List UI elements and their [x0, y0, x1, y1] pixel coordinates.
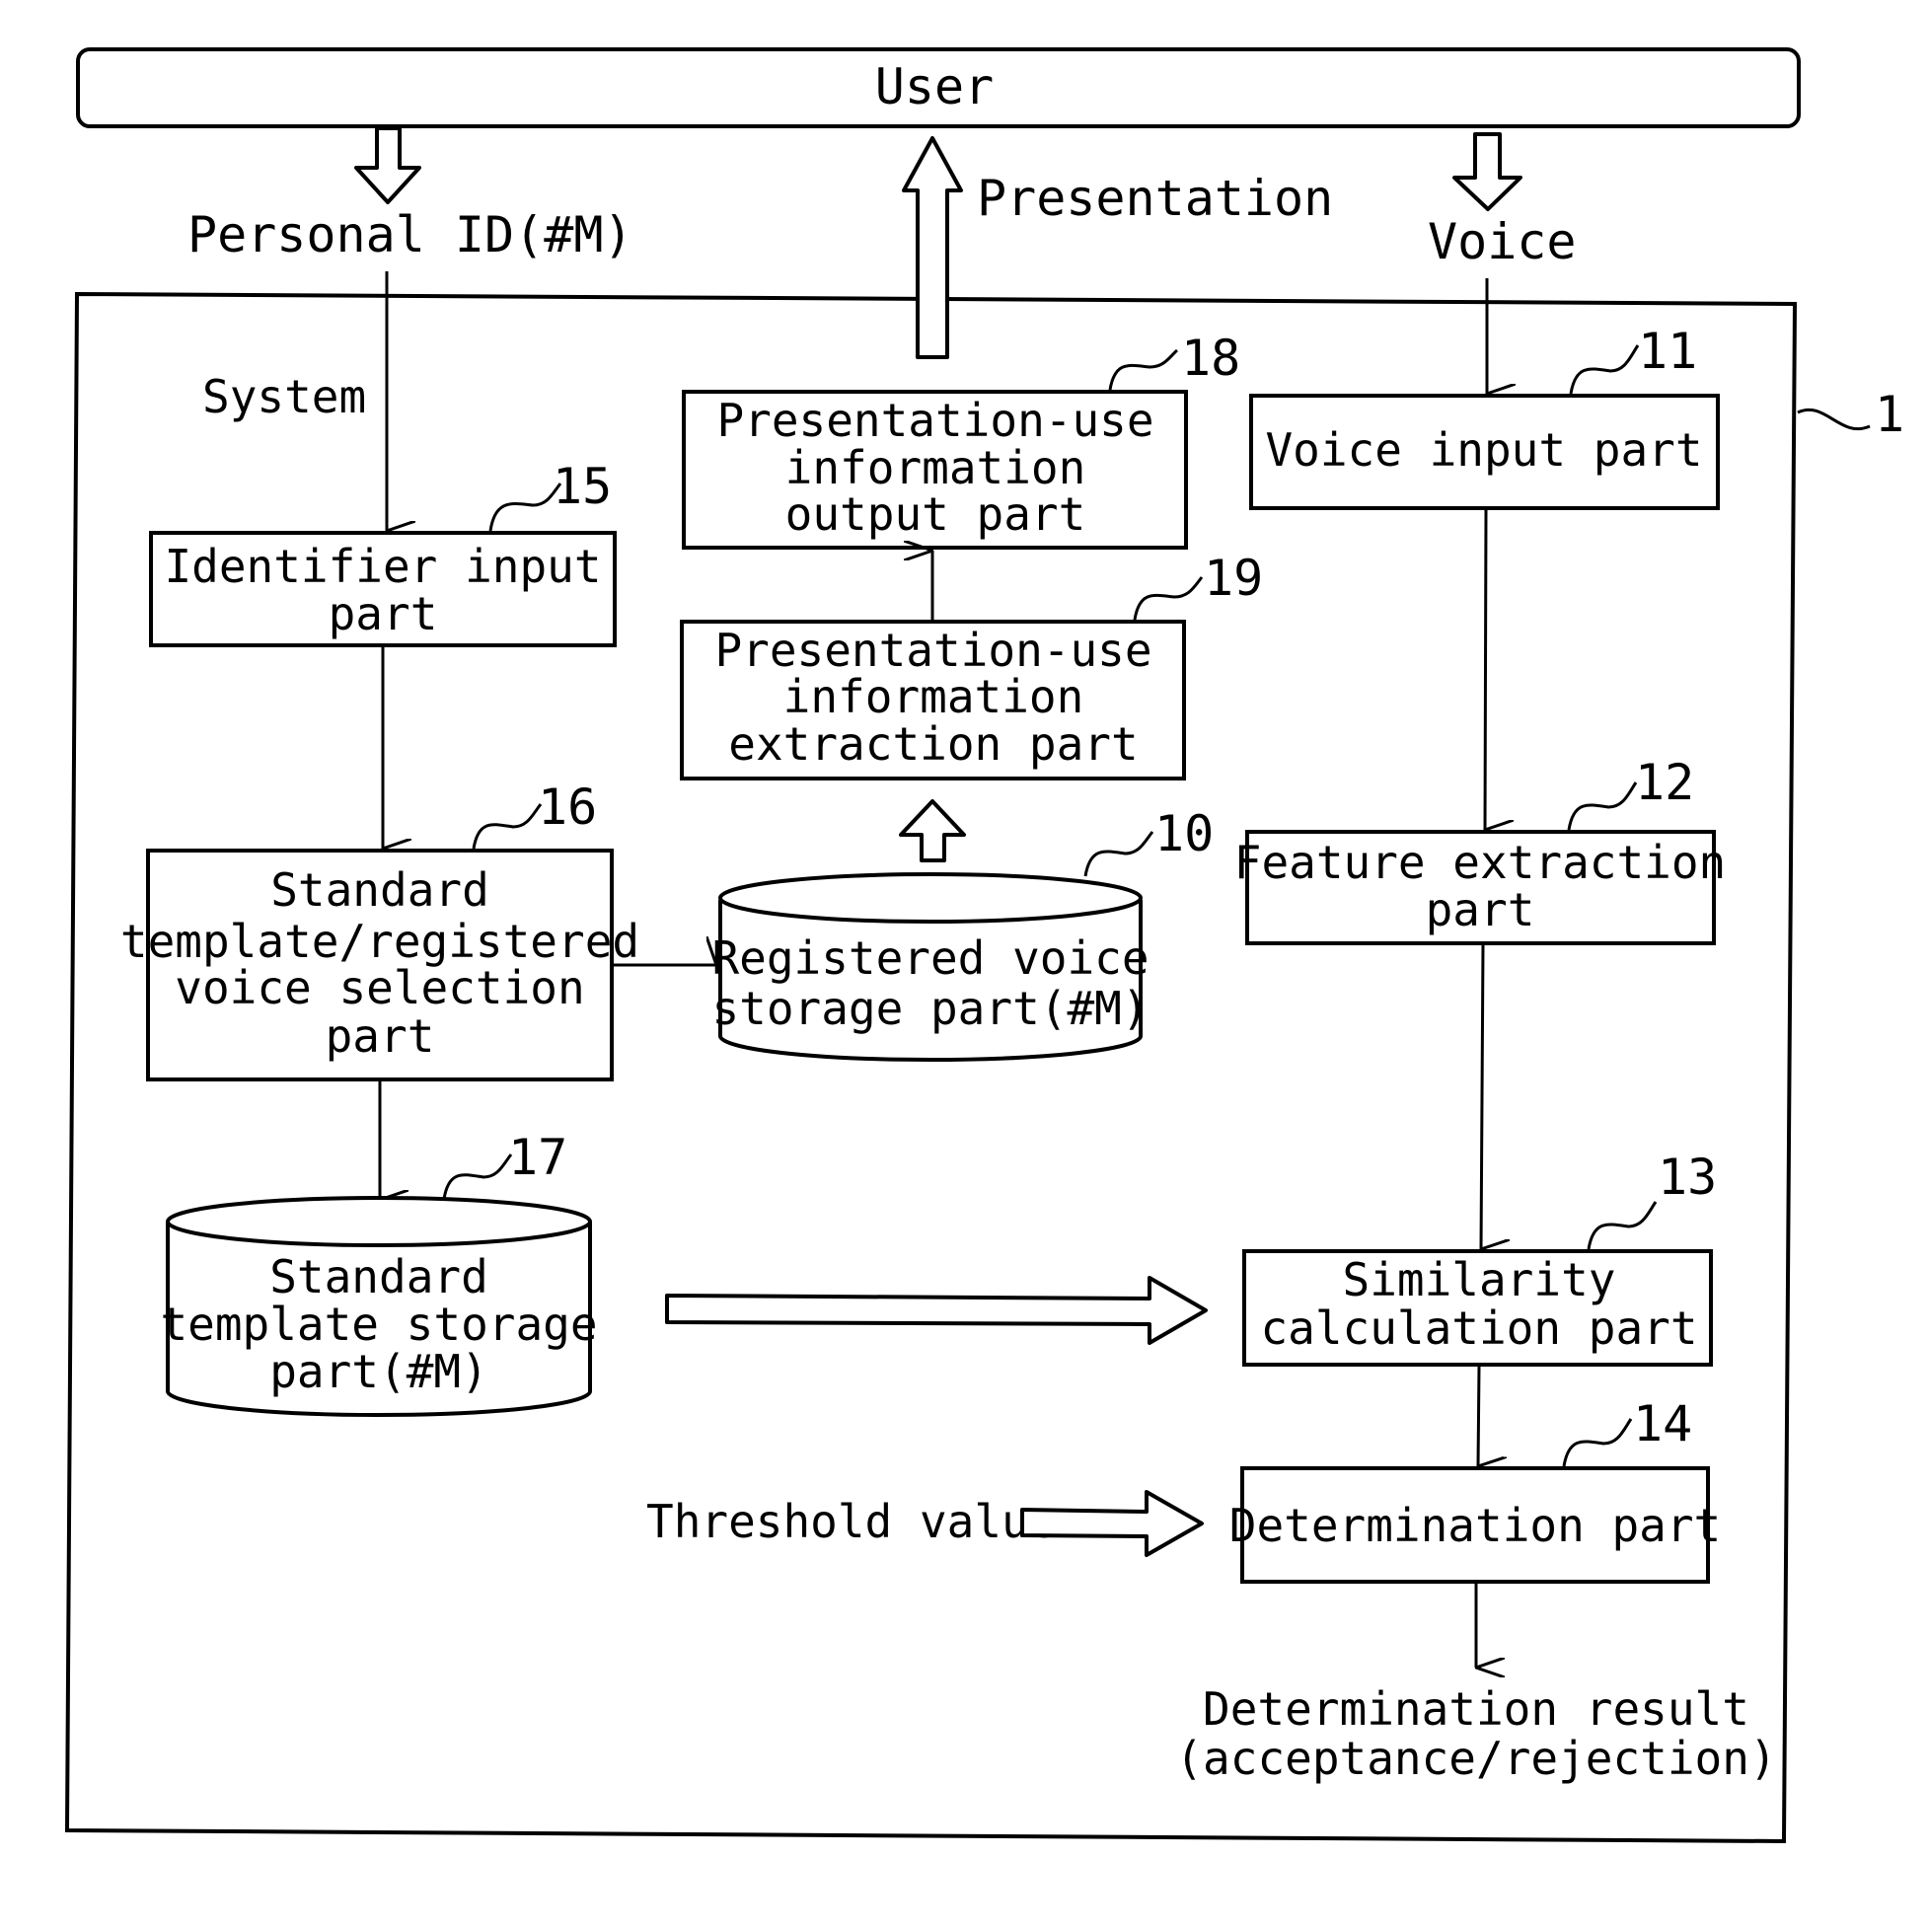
hollow-right-arrow-icon	[665, 1276, 1208, 1345]
block-label-line: Presentation-use	[716, 394, 1153, 447]
cylinder-top	[166, 1196, 592, 1247]
block-label-line: information	[783, 670, 1084, 723]
ref-leader	[1569, 344, 1640, 395]
threshold-flow: Threshold value	[646, 1490, 1204, 1557]
block-label-line: Similarity	[1343, 1253, 1616, 1306]
ref-number: 15	[553, 458, 612, 515]
arrow-feature-to-similarity	[1479, 944, 1483, 1249]
ref-number: 10	[1154, 805, 1214, 862]
block-label-line: Standard	[269, 1250, 488, 1303]
ref-leader	[1133, 576, 1204, 621]
result-line: (acceptance/rejection)	[1175, 1732, 1776, 1785]
ref-leader	[488, 483, 562, 532]
cylinder-top	[718, 872, 1143, 924]
block-label-line: template storage	[160, 1298, 597, 1351]
ref-leader	[1083, 831, 1154, 877]
block-label-line: storage part(#M)	[711, 982, 1149, 1035]
system-label: System	[202, 370, 366, 423]
ref-number: 14	[1633, 1395, 1692, 1452]
system-ref-leader	[1797, 409, 1871, 430]
presentation-extraction-block: Presentation-use information extraction …	[680, 550, 1263, 780]
presentation-flow: Presentation	[902, 136, 1333, 359]
block-label-line: Presentation-use	[714, 624, 1151, 677]
determination-block: Determination part 14	[1229, 1395, 1722, 1668]
threshold-label: Threshold value	[646, 1495, 1056, 1548]
block-label-line: extraction part	[728, 717, 1138, 771]
ref-leader	[1562, 1418, 1633, 1467]
ref-number: 13	[1658, 1149, 1717, 1206]
arrow-input-to-feature	[1483, 509, 1486, 830]
ref-leader	[472, 803, 543, 850]
hollow-up-arrow-icon	[899, 799, 966, 862]
registered-voice-storage-block: Registered voice storage part(#M) 10	[711, 799, 1214, 1062]
feature-extraction-block: Feature extraction part 12	[1234, 754, 1727, 1249]
ref-number: 16	[538, 779, 597, 836]
hollow-down-arrow-icon	[354, 126, 421, 204]
ref-number: 12	[1635, 754, 1694, 811]
block-label-line: voice selection	[175, 961, 584, 1014]
block-label-line: information	[785, 441, 1086, 494]
block-label-line: template/registered	[120, 915, 639, 968]
personal-id-label: Personal ID(#M)	[187, 206, 633, 263]
presentation-output-block: Presentation-use information output part…	[682, 330, 1240, 550]
block-label-line: part	[326, 1009, 435, 1063]
block-label-line: Standard	[270, 863, 489, 917]
selection-block: Standard template/registered voice selec…	[120, 779, 716, 1200]
hollow-down-arrow-icon	[1452, 132, 1522, 211]
block-label-line: output part	[785, 487, 1086, 541]
determination-result: Determination result (acceptance/rejecti…	[1175, 1682, 1776, 1785]
block-label-line: Feature extraction	[1234, 836, 1727, 889]
hollow-up-arrow-icon	[902, 136, 963, 359]
block-label-line: part	[329, 587, 438, 640]
result-line: Determination result	[1203, 1682, 1749, 1736]
ref-leader	[1567, 781, 1638, 831]
ref-leader	[442, 1153, 513, 1200]
ref-leader	[1587, 1201, 1658, 1250]
block-label-line: part(#M)	[269, 1345, 488, 1398]
ref-number: 19	[1204, 550, 1263, 607]
arrow-similarity-to-determination	[1476, 1366, 1479, 1466]
block-label-line: Identifier input	[164, 540, 601, 593]
ref-number: 17	[508, 1129, 567, 1186]
block-label-line: Registered voice	[711, 931, 1149, 985]
block-label-line: part	[1426, 883, 1535, 936]
user-label: User	[875, 58, 994, 115]
block-label-line: Voice input part	[1265, 423, 1702, 477]
ref-leader	[1108, 348, 1179, 391]
voice-label: Voice	[1428, 213, 1577, 270]
ref-number: 11	[1638, 323, 1697, 380]
voice-flow: Voice	[1428, 132, 1577, 394]
block-label-line: Determination part	[1229, 1499, 1722, 1552]
ref-number: 18	[1181, 330, 1240, 387]
standard-template-storage-block: Standard template storage part(#M) 17	[160, 1129, 1208, 1417]
block-diagram: User System 1 Personal ID(#M) Presentati…	[64, 47, 1904, 1844]
user-actor: User	[76, 47, 1801, 128]
presentation-label: Presentation	[977, 170, 1333, 227]
system-ref-number: 1	[1875, 386, 1904, 443]
block-label-line: calculation part	[1260, 1301, 1697, 1355]
